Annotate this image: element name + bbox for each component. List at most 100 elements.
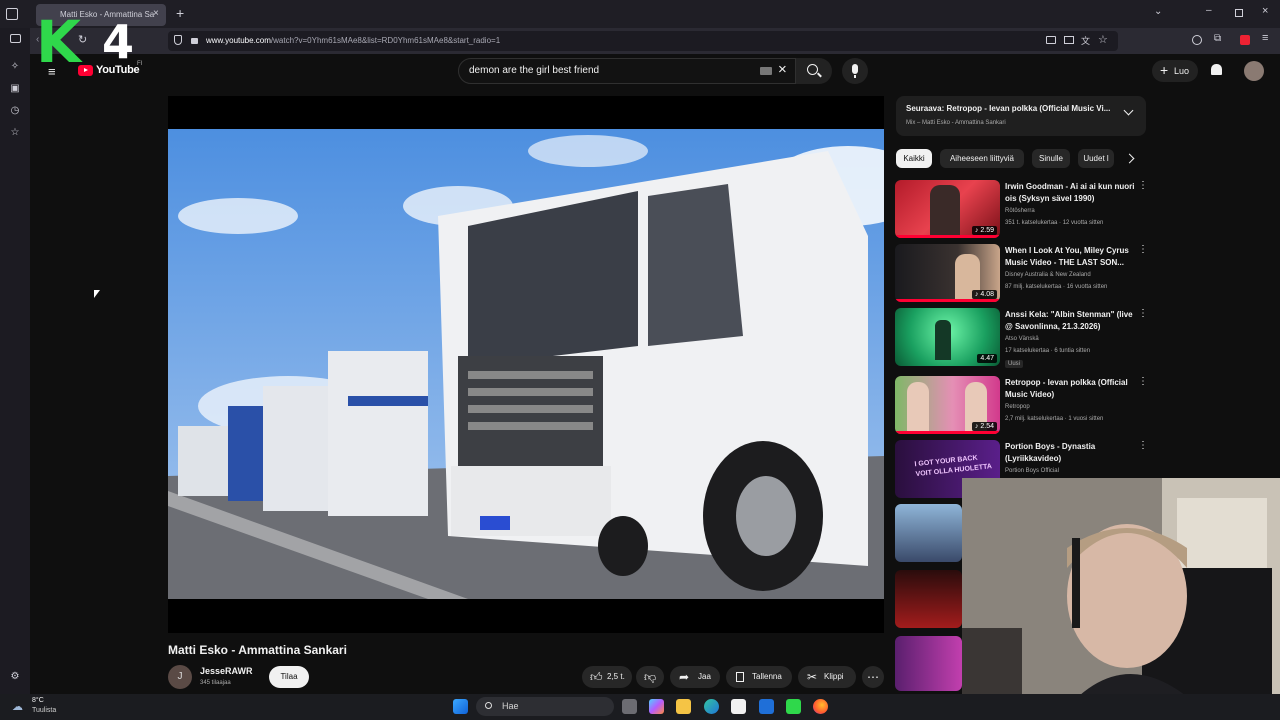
new-tab-button[interactable]: +: [176, 5, 184, 21]
thumb-overlay-text: I GOT YOUR BACK VOIT OLLA HUOLETTA: [914, 454, 993, 479]
chip-for-you[interactable]: Sinulle: [1032, 149, 1070, 168]
duration-badge: ♪ 4.08: [971, 290, 997, 299]
thumbs-up-icon: 👍︎: [590, 670, 603, 684]
keyboard-icon[interactable]: [760, 67, 772, 75]
share-button[interactable]: ➦ Jaa: [670, 666, 720, 688]
menu-icon[interactable]: ≡: [1262, 32, 1268, 44]
related-title[interactable]: Anssi Kela: "Albin Stenman" (live @ Savo…: [1005, 309, 1135, 333]
related-thumb[interactable]: 4.47: [895, 308, 1000, 366]
related-meta: 87 milj. katselukertaa · 16 vuotta sitte…: [1005, 284, 1108, 290]
picture-in-picture-icon[interactable]: [1046, 36, 1056, 44]
channel-avatar[interactable]: J: [168, 665, 192, 689]
url-text[interactable]: www.youtube.com/watch?v=0Yhm61sMAe8&list…: [206, 36, 500, 45]
channel-name[interactable]: JesseRAWR: [200, 666, 253, 676]
mail-icon[interactable]: [759, 699, 774, 714]
chip-related[interactable]: Aiheeseen liittyviä: [940, 149, 1024, 168]
shield-icon[interactable]: [174, 35, 182, 45]
translate-icon[interactable]: 文: [1081, 34, 1090, 47]
weather-icon[interactable]: ☁: [12, 700, 23, 713]
more-actions-button[interactable]: ⋯: [862, 666, 884, 688]
related-channel[interactable]: Retropop: [1005, 404, 1030, 410]
plus-icon: +: [1160, 62, 1169, 78]
edge-icon[interactable]: [704, 699, 719, 714]
tab-overflow-icon[interactable]: ⌄: [1154, 6, 1162, 17]
search-input[interactable]: demon are the girl best friend: [469, 65, 599, 76]
up-next-panel[interactable]: [896, 96, 1146, 136]
guide-menu-icon[interactable]: ≡: [48, 64, 56, 79]
tab-close-icon[interactable]: ×: [153, 8, 159, 19]
clip-button[interactable]: ✂ Klippi: [798, 666, 856, 688]
streaming-app-icon[interactable]: [786, 699, 801, 714]
save-label: Tallenna: [752, 672, 782, 681]
bookmark-star-icon[interactable]: ☆: [1098, 33, 1108, 46]
related-channel[interactable]: Disney Australia & New Zealand: [1005, 272, 1091, 278]
synced-tabs-icon[interactable]: ▣: [9, 83, 21, 95]
minimize-button[interactable]: –: [1206, 5, 1212, 16]
taskbar-search-label: Hae: [502, 701, 519, 711]
extensions-icon[interactable]: ⧉: [1214, 33, 1221, 44]
history-icon[interactable]: ◷: [9, 105, 21, 117]
more-options-icon[interactable]: ⋮: [1138, 377, 1148, 387]
video-player[interactable]: [168, 96, 884, 633]
more-options-icon[interactable]: ⋮: [1138, 245, 1148, 255]
user-avatar[interactable]: [1244, 61, 1264, 81]
related-title[interactable]: When I Look At You, Miley Cyrus Music Vi…: [1005, 245, 1135, 269]
lock-icon[interactable]: [191, 38, 198, 44]
clear-search-icon[interactable]: ×: [778, 61, 787, 78]
chip-new[interactable]: Uudet l: [1078, 149, 1114, 168]
taskbar-search[interactable]: Hae: [476, 697, 614, 716]
voice-search-button[interactable]: [842, 58, 868, 84]
related-thumb[interactable]: ♪ 2.59: [895, 180, 1000, 238]
webcam-overlay: [962, 478, 1280, 720]
related-thumb[interactable]: [895, 504, 962, 562]
addon-icon[interactable]: [1240, 35, 1250, 45]
search-button[interactable]: [796, 58, 832, 84]
related-title[interactable]: Retropop - Ievan polkka (Official Music …: [1005, 377, 1135, 401]
related-meta: 2,7 milj. katselukertaa · 1 vuosi sitten: [1005, 416, 1104, 422]
subscribe-button[interactable]: Tilaa: [269, 666, 309, 688]
tab-list-icon[interactable]: [6, 8, 18, 20]
related-meta: 17 katselukertaa · 6 tuntia sitten: [1005, 348, 1091, 354]
ai-chatbot-icon[interactable]: ✧: [9, 61, 21, 73]
related-thumb[interactable]: [895, 570, 962, 628]
youtube-logo[interactable]: YouTube: [78, 64, 140, 76]
subscriber-count: 345 tilaajaa: [200, 680, 231, 686]
sidebar-toggle-icon[interactable]: [10, 34, 21, 43]
related-channel[interactable]: Atso Vänskä: [1005, 336, 1039, 342]
up-next-title: Seuraava: Retropop - Ievan polkka (Offic…: [906, 104, 1111, 113]
file-explorer-icon[interactable]: [676, 699, 691, 714]
account-icon[interactable]: [1192, 35, 1202, 45]
related-channel[interactable]: Portion Boys Official: [1005, 468, 1059, 474]
notifications-bell-icon[interactable]: [1211, 64, 1222, 75]
thumbs-down-icon: 👎︎: [644, 670, 657, 684]
related-thumb[interactable]: ♪ 2.54: [895, 376, 1000, 434]
bookmarks-icon[interactable]: ☆: [9, 127, 21, 139]
more-options-icon[interactable]: ⋮: [1138, 181, 1148, 191]
more-options-icon[interactable]: ⋮: [1138, 441, 1148, 451]
weather-desc[interactable]: Tuulista: [32, 707, 56, 714]
windows-start-icon[interactable]: [453, 699, 468, 714]
reader-view-icon[interactable]: [1064, 36, 1074, 44]
create-label: Luo: [1174, 66, 1190, 76]
more-options-icon[interactable]: ⋮: [1138, 309, 1148, 319]
chip-all[interactable]: Kaikki: [896, 149, 932, 168]
settings-gear-icon[interactable]: ⚙: [9, 671, 21, 683]
copilot-icon[interactable]: [649, 699, 664, 714]
related-title[interactable]: Portion Boys - Dynastia (Lyriikkavideo): [1005, 441, 1135, 465]
store-icon[interactable]: [731, 699, 746, 714]
chevron-right-icon[interactable]: [1124, 153, 1135, 164]
related-thumb[interactable]: [895, 636, 962, 691]
firefox-icon[interactable]: [813, 699, 828, 714]
like-button[interactable]: 👍︎ 2,5 t.: [582, 666, 632, 688]
close-window-button[interactable]: ×: [1262, 5, 1268, 17]
task-view-icon[interactable]: [622, 699, 637, 714]
maximize-button[interactable]: [1235, 9, 1243, 17]
create-button[interactable]: + Luo: [1152, 60, 1198, 82]
related-channel[interactable]: Rötösherra: [1005, 208, 1035, 214]
dislike-button[interactable]: 👎︎: [636, 666, 664, 688]
duration-badge: 4.47: [977, 354, 997, 363]
save-button[interactable]: Tallenna: [726, 666, 792, 688]
weather-temp[interactable]: 8°C: [32, 697, 44, 704]
related-thumb[interactable]: ♪ 4.08: [895, 244, 1000, 302]
related-title[interactable]: Irwin Goodman - Ai ai ai kun nuori ois (…: [1005, 181, 1135, 205]
